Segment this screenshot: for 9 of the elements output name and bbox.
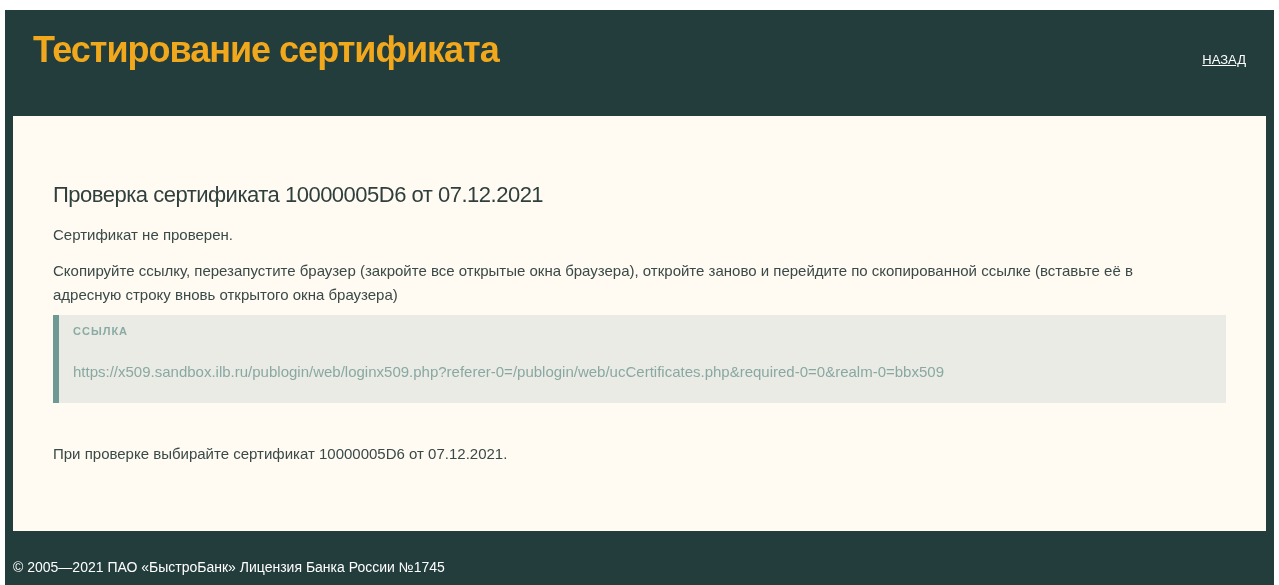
note-text: При проверке выбирайте сертификат 10000005D6 от 07.12.2021. [53, 443, 509, 464]
link-url: https://x509.sandbox.ilb.ru/publogin/web/loginx509.php?referer-0=/publogin/web/ucCertificates.php&required-0=0&realm-0=bbx509 [73, 362, 944, 382]
back-link[interactable]: НАЗАД [1202, 50, 1246, 70]
section-heading: Проверка сертификата 10000005D6 от 07.12.2021 [53, 184, 545, 206]
link-label: ССЫЛКА [73, 323, 130, 339]
page-title: Тестирование сертификата [33, 32, 499, 68]
status-text: Сертификат не проверен. [53, 225, 234, 245]
instructions-text: Скопируйте ссылку, перезапустите браузер (закройте все открытые окна браузера), откройте заново и перейдите по скопированной ссылке (вставьте её в адресную строку вновь открытого окна браузера) [53, 260, 1134, 305]
copyright-text: © 2005—2021 ПАО «БыстроБанк» Лицензия Банка России №1745 [13, 559, 445, 575]
